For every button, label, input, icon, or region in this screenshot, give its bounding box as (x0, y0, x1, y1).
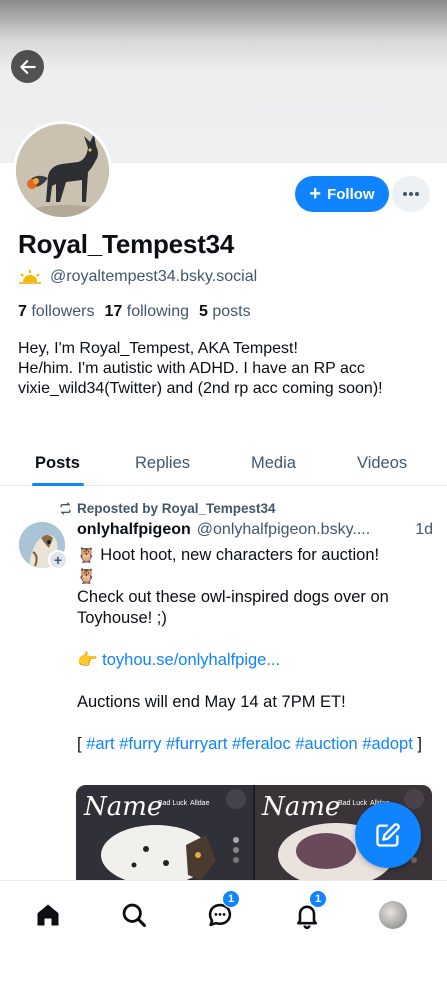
pointing-hand-icon: 👉 (77, 651, 98, 669)
sun-icon (19, 270, 41, 284)
post-tags: [ #art #furry #furryart #feraloc #auctio… (77, 735, 422, 753)
nav-search[interactable] (114, 895, 154, 935)
follow-author-button[interactable]: + (48, 550, 68, 570)
bio-line: He/him. I'm autistic with ADHD. I have a… (18, 360, 383, 397)
image-title-left: Name (83, 792, 162, 822)
tab-media[interactable]: Media (251, 440, 296, 486)
follow-button-label: Follow (327, 185, 375, 203)
hashtag-link[interactable]: #adopt (362, 735, 412, 753)
post-link[interactable]: toyhou.se/onlyhalfpige... (102, 651, 280, 669)
profile-handle-row: @royaltempest34.bsky.social (18, 268, 257, 286)
search-icon (122, 903, 147, 928)
hashtag-link[interactable]: #auction (295, 735, 357, 753)
post-header: onlyhalfpigeon @onlyhalfpigeon.bsky.... … (77, 521, 433, 539)
nav-notifications[interactable]: 1 (287, 890, 327, 935)
profile-handle: @royaltempest34.bsky.social (50, 268, 258, 285)
user-avatar (379, 901, 407, 929)
post-line: Hoot hoot, new characters for auction! (100, 546, 380, 564)
svg-text:Alldae: Alldae (190, 800, 210, 807)
compose-icon (376, 823, 400, 847)
more-options-button[interactable] (392, 176, 430, 212)
tab-replies[interactable]: Replies (135, 440, 190, 486)
notifications-badge: 1 (309, 890, 327, 908)
home-icon (37, 904, 59, 926)
svg-text:Bad Luck: Bad Luck (338, 800, 368, 807)
post-timestamp[interactable]: 1d (415, 521, 433, 539)
tab-videos[interactable]: Videos (357, 440, 407, 486)
post-text: 🦉 Hoot hoot, new characters for auction!… (77, 545, 433, 755)
image-title-right: Name (261, 792, 340, 822)
wolf-avatar-image (16, 124, 109, 217)
profile-tabs: Posts Replies Media Videos (0, 440, 447, 486)
svg-text:Bad Luck: Bad Luck (158, 800, 188, 807)
followers-link[interactable]: 7 followers (18, 303, 95, 321)
nav-home[interactable] (28, 895, 68, 935)
hashtag-link[interactable]: #furryart (166, 735, 227, 753)
bio-line: Hey, I'm Royal_Tempest, AKA Tempest! (18, 340, 298, 357)
owl-icon: 🦉 (77, 568, 96, 585)
hashtag-link[interactable]: #feraloc (232, 735, 291, 753)
nav-messages[interactable]: 1 (200, 890, 240, 935)
repost-icon (60, 502, 71, 515)
profile-display-name: Royal_Tempest34 (18, 229, 235, 259)
profile-avatar[interactable] (13, 121, 112, 220)
profile-bio: Hey, I'm Royal_Tempest, AKA Tempest! He/… (18, 339, 433, 399)
post-line: Auctions will end May 14 at 7PM ET! (77, 693, 346, 711)
active-tab-indicator (32, 483, 84, 486)
compose-post-button[interactable] (355, 802, 421, 868)
repost-indicator[interactable]: Reposted by Royal_Tempest34 (59, 501, 276, 516)
hashtag-link[interactable]: #art (86, 735, 114, 753)
screen-bottom-area (0, 948, 447, 1000)
profile-stats: 7 followers 17 following 5 posts (18, 303, 251, 321)
post-author-name[interactable]: onlyhalfpigeon (77, 521, 191, 539)
messages-badge: 1 (222, 890, 240, 908)
arrow-left-icon (19, 59, 36, 74)
bottom-navigation: 1 1 (0, 880, 447, 948)
back-button[interactable] (11, 50, 44, 83)
follow-button[interactable]: + Follow (295, 176, 389, 212)
tab-posts[interactable]: Posts (35, 440, 80, 486)
plus-icon: + (309, 183, 322, 205)
posts-count: 5 posts (199, 303, 251, 320)
nav-profile[interactable] (373, 895, 413, 935)
following-link[interactable]: 17 following (105, 303, 190, 321)
ellipsis-icon (403, 192, 419, 196)
owl-icon: 🦉 (77, 547, 96, 564)
hashtag-link[interactable]: #furry (119, 735, 161, 753)
post-author-handle[interactable]: @onlyhalfpigeon.bsky.... (197, 521, 407, 539)
post-line: Check out these owl-inspired dogs over o… (77, 588, 389, 627)
repost-label: Reposted by Royal_Tempest34 (77, 501, 276, 516)
